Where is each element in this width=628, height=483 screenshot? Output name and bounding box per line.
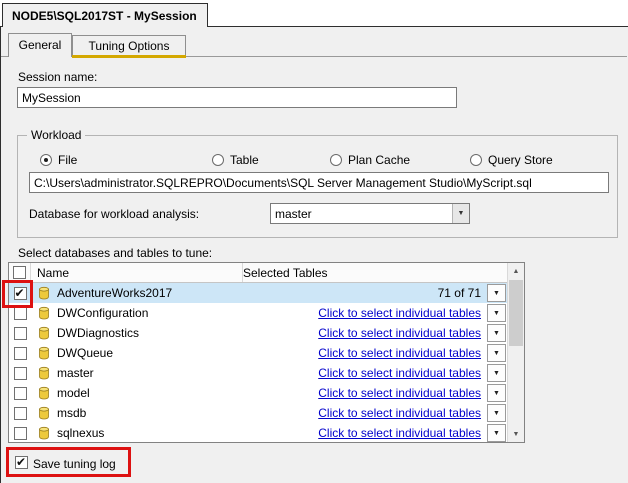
session-name-input[interactable] — [17, 87, 457, 108]
dta-session-window: NODE5\SQL2017ST - MySession General Tuni… — [0, 0, 628, 483]
row-checkbox[interactable] — [13, 346, 27, 360]
table-row-model[interactable]: model Click to select individual tables … — [9, 383, 507, 403]
database-icon — [37, 386, 51, 400]
radio-table-label: Table — [230, 153, 259, 167]
grid-body: AdventureWorks2017 71 of 71 ▼ DWConfigur… — [9, 283, 507, 442]
table-row-dwdiagnostics[interactable]: DWDiagnostics Click to select individual… — [9, 323, 507, 343]
radio-workload-file[interactable]: File — [40, 153, 77, 167]
scroll-down-icon[interactable]: ▼ — [508, 426, 524, 442]
database-name: DWDiagnostics — [57, 326, 140, 340]
column-header-selected-tables[interactable]: Selected Tables — [243, 263, 507, 282]
database-name: DWQueue — [57, 346, 114, 360]
workload-database-combo[interactable]: master ▼ — [270, 203, 470, 224]
column-header-name[interactable]: Name — [31, 263, 243, 282]
radio-workload-query-store[interactable]: Query Store — [470, 153, 553, 167]
session-document-tab[interactable]: NODE5\SQL2017ST - MySession — [2, 3, 208, 27]
radio-workload-plan-cache[interactable]: Plan Cache — [330, 153, 410, 167]
table-row-sqlnexus[interactable]: sqlnexus Click to select individual tabl… — [9, 423, 507, 442]
select-tables-link[interactable]: Click to select individual tables — [243, 346, 487, 360]
annotation-highlight-save-tuning-log — [6, 447, 131, 477]
row-checkbox[interactable] — [13, 306, 27, 320]
tables-dropdown-button[interactable]: ▼ — [487, 404, 506, 422]
row-checkbox[interactable] — [13, 406, 27, 420]
tables-dropdown-button[interactable]: ▼ — [487, 344, 506, 362]
workload-group-label: Workload — [27, 128, 86, 142]
database-icon — [37, 346, 51, 360]
tab-general[interactable]: General — [8, 33, 72, 57]
tables-dropdown-button[interactable]: ▼ — [487, 324, 506, 342]
tab-general-label: General — [18, 38, 62, 52]
workload-file-path-input[interactable] — [29, 172, 609, 193]
select-all-checkbox[interactable] — [13, 266, 26, 279]
select-tables-link[interactable]: Click to select individual tables — [243, 306, 487, 320]
row-checkbox[interactable] — [13, 426, 27, 440]
databases-grid: Name Selected Tables AdventureWorks2017 … — [8, 262, 525, 443]
radio-file-label: File — [58, 153, 78, 167]
row-checkbox[interactable] — [13, 366, 27, 380]
tables-dropdown-button[interactable]: ▼ — [487, 284, 506, 302]
database-icon — [37, 406, 51, 420]
tables-dropdown-button[interactable]: ▼ — [487, 304, 506, 322]
annotation-highlight-row-checkbox — [2, 280, 33, 308]
radio-query-store-icon[interactable] — [470, 154, 482, 166]
row-checkbox[interactable] — [13, 386, 27, 400]
table-row-master[interactable]: master Click to select individual tables… — [9, 363, 507, 383]
tables-dropdown-button[interactable]: ▼ — [487, 364, 506, 382]
session-name-label: Session name: — [18, 70, 98, 84]
selected-tables-count: 71 of 71 — [437, 286, 481, 300]
select-tables-link[interactable]: Click to select individual tables — [243, 366, 487, 380]
database-name: master — [57, 366, 94, 380]
tables-dropdown-button[interactable]: ▼ — [487, 384, 506, 402]
database-name: sqlnexus — [57, 426, 105, 440]
tuning-options-accent-bar — [72, 55, 186, 58]
select-tables-link[interactable]: Click to select individual tables — [243, 326, 487, 340]
database-name: model — [57, 386, 90, 400]
radio-table-icon[interactable] — [212, 154, 224, 166]
database-name: DWConfiguration — [57, 306, 149, 320]
select-tables-link[interactable]: Click to select individual tables — [243, 386, 487, 400]
tab-tuning-options[interactable]: Tuning Options — [72, 35, 186, 56]
grid-scrollbar[interactable]: ▲ ▼ — [507, 263, 524, 442]
chevron-down-icon[interactable]: ▼ — [452, 204, 469, 223]
table-row-dwconfiguration[interactable]: DWConfiguration Click to select individu… — [9, 303, 507, 323]
radio-plan-cache-label: Plan Cache — [348, 153, 411, 167]
radio-workload-table[interactable]: Table — [212, 153, 259, 167]
tables-dropdown-button[interactable]: ▼ — [487, 424, 506, 442]
column-header-selected-tables-label: Selected Tables — [243, 265, 328, 280]
database-icon — [37, 326, 51, 340]
database-name: msdb — [57, 406, 87, 420]
grid-caption: Select databases and tables to tune: — [18, 246, 213, 260]
scrollbar-thumb[interactable] — [509, 280, 523, 346]
row-checkbox[interactable] — [13, 326, 27, 340]
session-document-tab-label: NODE5\SQL2017ST - MySession — [12, 8, 197, 23]
scroll-up-icon[interactable]: ▲ — [508, 263, 524, 279]
database-icon — [37, 366, 51, 380]
table-row-dwqueue[interactable]: DWQueue Click to select individual table… — [9, 343, 507, 363]
workload-database-value: master — [275, 206, 312, 221]
column-header-name-label: Name — [37, 265, 70, 280]
radio-query-store-label: Query Store — [488, 153, 553, 167]
database-name: AdventureWorks2017 — [57, 286, 173, 300]
tab-tuning-options-label: Tuning Options — [88, 39, 170, 53]
radio-plan-cache-icon[interactable] — [330, 154, 342, 166]
table-row-adventureworks2017[interactable]: AdventureWorks2017 71 of 71 ▼ — [9, 283, 507, 303]
grid-header: Name Selected Tables — [9, 263, 507, 283]
table-row-msdb[interactable]: msdb Click to select individual tables ▼ — [9, 403, 507, 423]
select-tables-link[interactable]: Click to select individual tables — [243, 406, 487, 420]
database-icon — [37, 306, 51, 320]
radio-file-icon[interactable] — [40, 154, 52, 166]
database-icon — [37, 426, 51, 440]
database-icon — [37, 286, 51, 300]
workload-database-label: Database for workload analysis: — [29, 207, 200, 221]
select-tables-link[interactable]: Click to select individual tables — [243, 426, 487, 440]
